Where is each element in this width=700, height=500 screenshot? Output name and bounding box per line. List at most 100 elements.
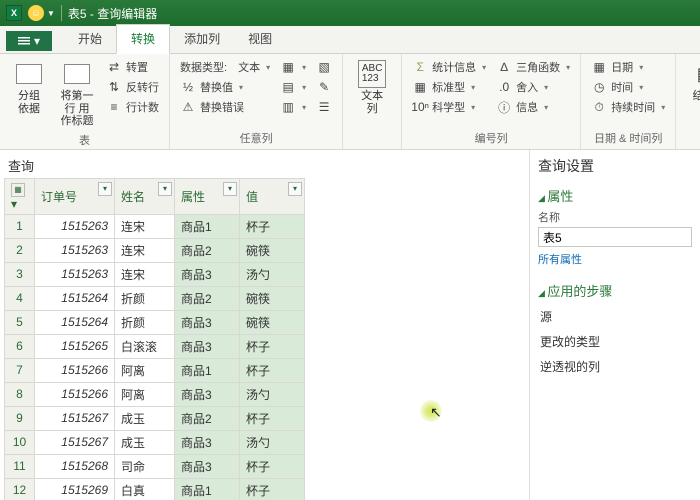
groupby-button[interactable]: 分组 依据 <box>8 58 50 117</box>
cell-value[interactable]: 汤勺 <box>240 262 305 286</box>
cell-attr[interactable]: 商品3 <box>175 334 240 358</box>
row-number[interactable]: 1 <box>5 214 35 238</box>
table-row[interactable]: 121515269白真商品1杯子 <box>5 478 305 500</box>
smiley-icon[interactable]: ☺ <box>28 5 44 21</box>
table-row[interactable]: 51515264折颜商品3碗筷 <box>5 310 305 334</box>
cell-order[interactable]: 1515269 <box>35 478 115 500</box>
cell-order[interactable]: 1515266 <box>35 382 115 406</box>
cell-value[interactable]: 杯子 <box>240 334 305 358</box>
row-number[interactable]: 5 <box>5 310 35 334</box>
reverse-rows-button[interactable]: ⇅反转行 <box>104 78 161 96</box>
cell-order[interactable]: 1515268 <box>35 454 115 478</box>
move-button[interactable]: ▥ <box>278 98 308 116</box>
cell-order[interactable]: 1515267 <box>35 430 115 454</box>
cell-name[interactable]: 连宋 <box>115 214 175 238</box>
filter-dropdown-icon[interactable]: ▾ <box>223 182 237 196</box>
query-name-input[interactable] <box>538 227 692 247</box>
cell-name[interactable]: 白滚滚 <box>115 334 175 358</box>
cell-name[interactable]: 折颜 <box>115 310 175 334</box>
cell-attr[interactable]: 商品3 <box>175 382 240 406</box>
cell-order[interactable]: 1515263 <box>35 262 115 286</box>
cell-order[interactable]: 1515267 <box>35 406 115 430</box>
time-button[interactable]: ◷时间 <box>589 78 667 96</box>
cell-value[interactable]: 杯子 <box>240 358 305 382</box>
cell-attr[interactable]: 商品1 <box>175 358 240 382</box>
cell-value[interactable]: 碗筷 <box>240 286 305 310</box>
table-row[interactable]: 101515267成玉商品3汤勺 <box>5 430 305 454</box>
tab-home[interactable]: 开始 <box>64 25 116 53</box>
count-rows-button[interactable]: ≡行计数 <box>104 98 161 116</box>
cell-attr[interactable]: 商品2 <box>175 286 240 310</box>
scientific-button[interactable]: 10ⁿ科学型 <box>410 98 488 116</box>
properties-heading[interactable]: 属性 <box>538 186 692 205</box>
cell-value[interactable]: 碗筷 <box>240 310 305 334</box>
cell-value[interactable]: 汤勺 <box>240 430 305 454</box>
cell-name[interactable]: 阿离 <box>115 358 175 382</box>
cell-name[interactable]: 白真 <box>115 478 175 500</box>
convert-button[interactable]: ☰ <box>314 98 334 116</box>
cell-attr[interactable]: 商品1 <box>175 478 240 500</box>
cell-value[interactable]: 杯子 <box>240 454 305 478</box>
applied-step[interactable]: 逆透视的列 <box>538 354 692 379</box>
row-number[interactable]: 9 <box>5 406 35 430</box>
cell-order[interactable]: 1515264 <box>35 310 115 334</box>
row-number[interactable]: 3 <box>5 262 35 286</box>
cell-attr[interactable]: 商品2 <box>175 238 240 262</box>
textcolumn-button[interactable]: ABC123 文本 列 <box>351 58 393 117</box>
cell-value[interactable]: 汤勺 <box>240 382 305 406</box>
cell-name[interactable]: 阿离 <box>115 382 175 406</box>
table-row[interactable]: 61515265白滚滚商品3杯子 <box>5 334 305 358</box>
cell-attr[interactable]: 商品2 <box>175 406 240 430</box>
cell-name[interactable]: 连宋 <box>115 238 175 262</box>
cell-order[interactable]: 1515263 <box>35 214 115 238</box>
rounding-button[interactable]: .0舍入 <box>494 78 572 96</box>
cell-value[interactable]: 杯子 <box>240 406 305 430</box>
row-number[interactable]: 10 <box>5 430 35 454</box>
transpose-button[interactable]: ⇄转置 <box>104 58 161 76</box>
data-grid[interactable]: ▦▾ 订单号▾ 姓名▾ 属性▾ 值▾ 11515263连宋商品1杯子215152… <box>0 178 529 500</box>
table-row[interactable]: 111515268司命商品3杯子 <box>5 454 305 478</box>
trig-button[interactable]: ∆三角函数 <box>494 58 572 76</box>
cell-attr[interactable]: 商品3 <box>175 262 240 286</box>
filter-dropdown-icon[interactable]: ▾ <box>158 182 172 196</box>
cell-value[interactable]: 杯子 <box>240 478 305 500</box>
cell-attr[interactable]: 商品3 <box>175 454 240 478</box>
column-header-name[interactable]: 姓名▾ <box>115 179 175 215</box>
info-button[interactable]: ⓘ信息 <box>494 98 572 116</box>
tab-addcolumn[interactable]: 添加列 <box>170 25 234 53</box>
row-number[interactable]: 11 <box>5 454 35 478</box>
row-number[interactable]: 12 <box>5 478 35 500</box>
column-header-order[interactable]: 订单号▾ <box>35 179 115 215</box>
tab-transform[interactable]: 转换 <box>116 24 170 54</box>
table-row[interactable]: 31515263连宋商品3汤勺 <box>5 262 305 286</box>
standard-button[interactable]: ▦标准型 <box>410 78 488 96</box>
cell-order[interactable]: 1515266 <box>35 358 115 382</box>
cell-attr[interactable]: 商品3 <box>175 310 240 334</box>
tab-view[interactable]: 视图 <box>234 25 286 53</box>
row-number[interactable]: 8 <box>5 382 35 406</box>
all-properties-link[interactable]: 所有属性 <box>538 251 692 267</box>
table-row[interactable]: 81515266阿离商品3汤勺 <box>5 382 305 406</box>
filter-dropdown-icon[interactable]: ▾ <box>98 182 112 196</box>
table-row[interactable]: 41515264折颜商品2碗筷 <box>5 286 305 310</box>
cell-name[interactable]: 成玉 <box>115 430 175 454</box>
row-number[interactable]: 6 <box>5 334 35 358</box>
smiley-dropdown-icon[interactable]: ▼ <box>47 9 55 18</box>
applied-step[interactable]: 更改的类型 <box>538 329 692 354</box>
cell-order[interactable]: 1515264 <box>35 286 115 310</box>
column-header-attr[interactable]: 属性▾ <box>175 179 240 215</box>
cell-order[interactable]: 1515265 <box>35 334 115 358</box>
applied-step[interactable]: 源 <box>538 304 692 329</box>
cell-attr[interactable]: 商品1 <box>175 214 240 238</box>
structured-button[interactable]: ▦ 结 化 <box>684 58 700 105</box>
fill-button[interactable]: ▦ <box>278 58 308 76</box>
cell-value[interactable]: 碗筷 <box>240 238 305 262</box>
filter-dropdown-icon[interactable]: ▾ <box>288 182 302 196</box>
replace-errors-button[interactable]: ⚠替换错误 <box>178 98 272 116</box>
cell-value[interactable]: 杯子 <box>240 214 305 238</box>
firstrow-header-button[interactable]: 将第一行 用作标题 <box>56 58 98 130</box>
file-button[interactable]: ▾ <box>6 31 52 51</box>
table-row[interactable]: 21515263连宋商品2碗筷 <box>5 238 305 262</box>
date-button[interactable]: ▦日期 <box>589 58 667 76</box>
table-row[interactable]: 91515267成玉商品2杯子 <box>5 406 305 430</box>
